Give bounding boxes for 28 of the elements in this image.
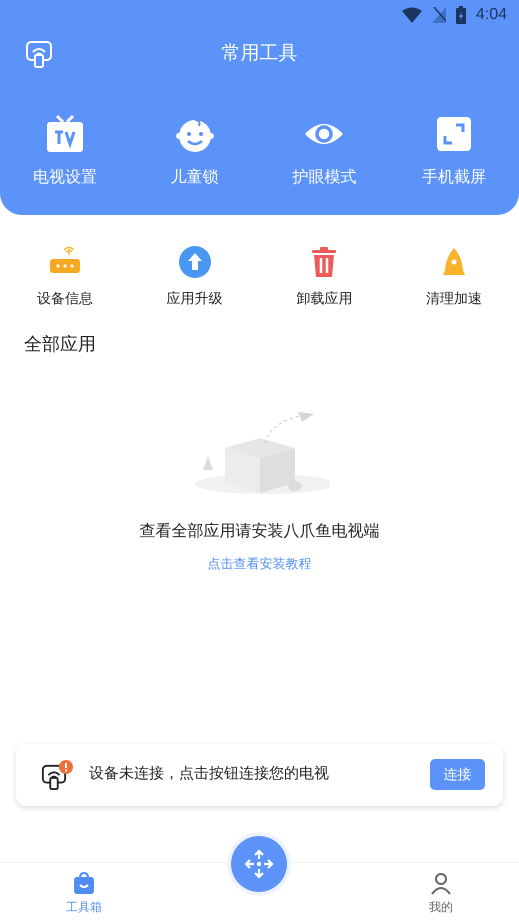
move-arrows-icon	[244, 849, 274, 879]
cast-icon[interactable]	[25, 40, 53, 68]
move-button[interactable]	[231, 836, 287, 892]
page-title: 常用工具	[222, 42, 298, 66]
tab[interactable]: 工具箱	[66, 863, 102, 922]
connect-message: 设备未连接，点击按钮连接您的电视	[89, 764, 329, 784]
upload-icon	[176, 245, 213, 279]
section-title: 全部应用	[23, 333, 97, 356]
tool-button[interactable]: 应用升级	[130, 245, 260, 309]
bag-icon	[73, 872, 95, 895]
tv-icon	[44, 114, 85, 154]
tool-button[interactable]: 卸载应用	[260, 245, 390, 309]
empty-message: 查看全部应用请安装八爪鱼电视端	[138, 522, 380, 542]
tool-button[interactable]: 电视设置	[0, 114, 130, 190]
tool-button[interactable]: 清理加速	[389, 245, 519, 309]
person-icon	[430, 872, 452, 895]
tool-button[interactable]: 手机截屏	[389, 114, 519, 190]
signal-icon	[432, 7, 446, 23]
tool-button[interactable]: 设备信息	[0, 245, 130, 309]
wifi-icon	[402, 7, 422, 23]
tool-button[interactable]: 儿童锁	[130, 114, 260, 190]
install-guide-link[interactable]: 点击查看安装教程	[208, 554, 312, 574]
tab[interactable]: 我的	[429, 863, 453, 922]
connect-button[interactable]: 连接	[430, 759, 485, 790]
battery-icon	[456, 6, 466, 24]
status-time: 4:04	[476, 5, 507, 25]
cast-icon	[41, 764, 67, 790]
tool-button[interactable]: 护眼模式	[260, 114, 390, 190]
